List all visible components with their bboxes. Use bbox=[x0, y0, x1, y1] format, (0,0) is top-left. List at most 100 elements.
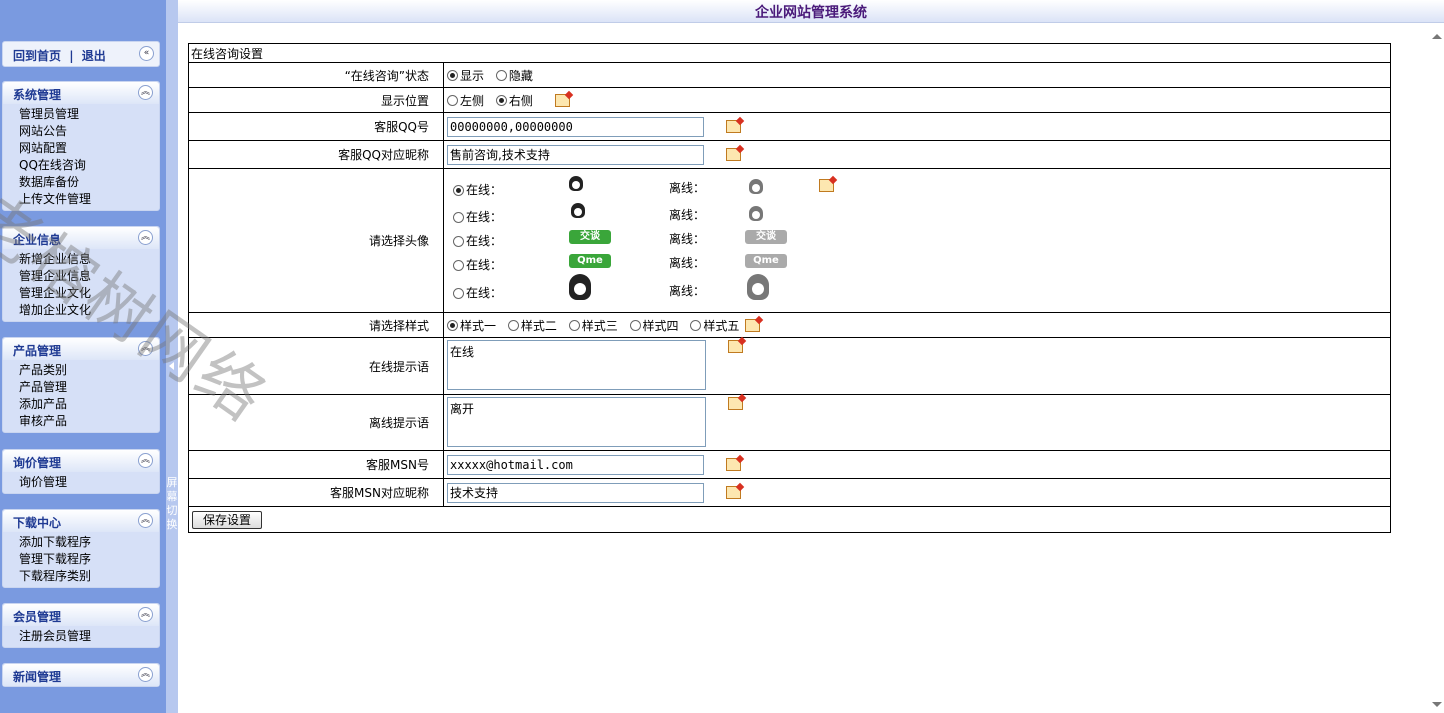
menu-title[interactable]: 产品管理 bbox=[13, 342, 61, 359]
status-show-radio[interactable] bbox=[447, 69, 458, 81]
qq-penguin-large-icon bbox=[569, 273, 591, 300]
qq-penguin-chat-icon bbox=[571, 202, 585, 218]
edit-icon[interactable] bbox=[725, 458, 741, 471]
style-5-radio[interactable] bbox=[690, 319, 702, 331]
logout-link[interactable]: 退出 bbox=[82, 49, 106, 63]
edit-icon[interactable] bbox=[725, 148, 741, 161]
online-label: 在线： bbox=[466, 209, 503, 224]
online-label: 在线： bbox=[466, 182, 503, 197]
menu-system: 系统管理 ︽ 管理员管理 网站公告 网站配置 QQ在线咨询 数据库备份 上传文件… bbox=[2, 81, 160, 211]
style-4-radio[interactable] bbox=[629, 319, 641, 331]
qq-qme-badge-icon: Qme bbox=[569, 253, 611, 268]
menu-title[interactable]: 企业信息 bbox=[13, 231, 61, 248]
collapse-up-icon[interactable]: ︽ bbox=[138, 341, 153, 356]
msn-input[interactable]: xxxxx@hotmail.com bbox=[447, 454, 704, 475]
scroll-up-icon[interactable] bbox=[1432, 34, 1442, 39]
menu-item-upload-files[interactable]: 上传文件管理 bbox=[19, 191, 159, 208]
save-settings-button[interactable]: 保存设置 bbox=[192, 510, 263, 529]
scroll-down-icon[interactable] bbox=[1432, 702, 1442, 707]
edit-icon[interactable] bbox=[554, 93, 570, 107]
sidebar-splitter[interactable]: 屏幕切换 bbox=[166, 0, 178, 713]
qq-penguin-small-gray-icon bbox=[749, 178, 763, 194]
qq-nick-field: 售前咨询,技术支持 bbox=[443, 140, 1391, 169]
avatar-radio[interactable] bbox=[453, 184, 464, 196]
avatar-radio[interactable] bbox=[453, 235, 464, 247]
msn-label: 客服MSN号 bbox=[188, 450, 444, 479]
menu-item-notice[interactable]: 网站公告 bbox=[19, 123, 159, 140]
status-label: “在线咨询”状态 bbox=[188, 62, 444, 88]
status-field: 显示 隐藏 bbox=[443, 62, 1391, 88]
menu-title[interactable]: 下载中心 bbox=[13, 514, 61, 531]
menu-item-admin[interactable]: 管理员管理 bbox=[19, 106, 159, 123]
menu-item-add-download[interactable]: 添加下载程序 bbox=[19, 534, 159, 551]
style-1-label: 样式一 bbox=[460, 318, 497, 333]
collapse-sidebar-icon[interactable]: « bbox=[139, 46, 154, 61]
menu-item-qq-online[interactable]: QQ在线咨询 bbox=[19, 157, 159, 174]
online-label: 在线： bbox=[466, 257, 503, 272]
vertical-scrollbar[interactable] bbox=[1428, 28, 1444, 713]
edit-icon[interactable] bbox=[727, 340, 743, 353]
qq-jiaotan-badge-icon: 交谈 bbox=[569, 229, 611, 244]
menu-item-manage-download[interactable]: 管理下载程序 bbox=[19, 551, 159, 568]
collapse-up-icon[interactable]: ︽ bbox=[138, 513, 153, 528]
menu-item-manage-company[interactable]: 管理企业信息 bbox=[19, 268, 159, 285]
edit-icon[interactable] bbox=[725, 120, 741, 133]
edit-icon[interactable] bbox=[727, 397, 743, 410]
avatar-radio[interactable] bbox=[453, 259, 464, 271]
offline-tip-textarea[interactable]: 离开 bbox=[447, 397, 706, 447]
menu-item-site-config[interactable]: 网站配置 bbox=[19, 140, 159, 157]
edit-icon[interactable] bbox=[819, 178, 834, 192]
qq-penguin-large-gray-icon bbox=[747, 273, 769, 300]
collapse-up-icon[interactable]: ︽ bbox=[138, 607, 153, 622]
menu-title[interactable]: 会员管理 bbox=[13, 608, 61, 625]
qq-nick-input[interactable]: 售前咨询,技术支持 bbox=[447, 144, 704, 165]
menu-item-inquiry[interactable]: 询价管理 bbox=[19, 474, 159, 491]
menu-title[interactable]: 新闻管理 bbox=[13, 668, 61, 685]
qq-input[interactable]: 00000000,00000000 bbox=[447, 116, 704, 137]
avatar-radio[interactable] bbox=[453, 287, 464, 299]
style-3-radio[interactable] bbox=[568, 319, 580, 331]
style-4-label: 样式四 bbox=[642, 318, 679, 333]
online-tip-textarea[interactable]: 在线 bbox=[447, 340, 706, 390]
menu-item-manage-culture[interactable]: 管理企业文化 bbox=[19, 285, 159, 302]
menu-title[interactable]: 询价管理 bbox=[13, 454, 61, 471]
menu-company: 企业信息 ︽ 新增企业信息 管理企业信息 管理企业文化 增加企业文化 bbox=[2, 226, 160, 322]
collapse-left-icon[interactable] bbox=[169, 362, 174, 370]
edit-icon[interactable] bbox=[725, 486, 741, 499]
screen-toggle[interactable]: 屏幕切换 bbox=[166, 476, 178, 532]
style-label: 请选择样式 bbox=[188, 312, 444, 338]
position-right-radio[interactable] bbox=[495, 94, 507, 106]
menu-item-members[interactable]: 注册会员管理 bbox=[19, 628, 159, 645]
position-left-radio[interactable] bbox=[447, 94, 458, 106]
link-separator: | bbox=[69, 49, 74, 63]
status-hide-radio[interactable] bbox=[495, 69, 507, 81]
menu-products: 产品管理 ︽ 产品类别 产品管理 添加产品 审核产品 bbox=[2, 337, 160, 433]
collapse-up-icon[interactable]: ︽ bbox=[138, 85, 153, 100]
edit-icon[interactable] bbox=[745, 318, 761, 332]
menu-item-product-manage[interactable]: 产品管理 bbox=[19, 379, 159, 396]
header: 企业网站管理系统 bbox=[178, 0, 1444, 23]
menu-item-download-category[interactable]: 下载程序类别 bbox=[19, 568, 159, 585]
menu-downloads: 下载中心 ︽ 添加下载程序 管理下载程序 下载程序类别 bbox=[2, 509, 160, 588]
online-label: 在线： bbox=[466, 285, 503, 300]
msn-nick-label: 客服MSN对应昵称 bbox=[188, 478, 444, 507]
menu-item-review-product[interactable]: 审核产品 bbox=[19, 413, 159, 430]
menu-title[interactable]: 系统管理 bbox=[13, 86, 61, 103]
msn-nick-field: 技术支持 bbox=[443, 478, 1391, 507]
menu-item-add-product[interactable]: 添加产品 bbox=[19, 396, 159, 413]
style-1-radio[interactable] bbox=[447, 319, 458, 331]
qq-qme-badge-gray-icon: Qme bbox=[745, 253, 787, 268]
collapse-up-icon[interactable]: ︽ bbox=[138, 453, 153, 468]
menu-item-product-category[interactable]: 产品类别 bbox=[19, 362, 159, 379]
menu-item-add-culture[interactable]: 增加企业文化 bbox=[19, 302, 159, 319]
home-link[interactable]: 回到首页 bbox=[13, 49, 61, 63]
avatar-label: 请选择头像 bbox=[188, 168, 444, 313]
menu-item-db-backup[interactable]: 数据库备份 bbox=[19, 174, 159, 191]
style-2-radio[interactable] bbox=[507, 319, 519, 331]
online-label: 在线： bbox=[466, 233, 503, 248]
msn-nick-input[interactable]: 技术支持 bbox=[447, 482, 704, 503]
menu-item-add-company[interactable]: 新增企业信息 bbox=[19, 251, 159, 268]
avatar-radio[interactable] bbox=[453, 211, 464, 223]
collapse-up-icon[interactable]: ︽ bbox=[138, 230, 153, 245]
collapse-up-icon[interactable]: ︽ bbox=[138, 667, 153, 682]
